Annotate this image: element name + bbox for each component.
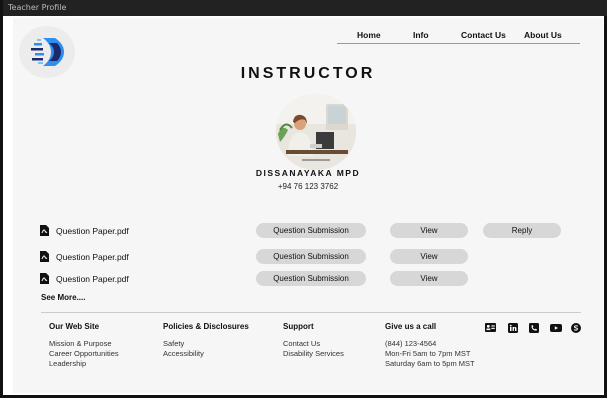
youtube-icon[interactable] xyxy=(550,323,562,333)
nav-about-us[interactable]: About Us xyxy=(524,30,562,40)
view-button[interactable]: View xyxy=(390,249,468,264)
footer-heading: Give us a call xyxy=(385,322,437,331)
instructor-name: DISSANAYAKA MPD xyxy=(255,168,361,178)
footer-link[interactable]: Career Opportunities xyxy=(49,349,119,359)
question-submission-button[interactable]: Question Submission xyxy=(256,223,366,238)
file-name[interactable]: Question Paper.pdf xyxy=(56,274,129,284)
footer-link[interactable]: Leadership xyxy=(49,359,119,369)
pdf-file-icon xyxy=(40,273,49,284)
linkedin-icon[interactable] xyxy=(508,323,518,333)
footer-link[interactable]: Safety xyxy=(163,339,249,349)
skype-icon[interactable] xyxy=(571,323,581,333)
pdf-file-icon xyxy=(40,251,49,262)
main-nav: Home Info Contact Us About Us xyxy=(337,30,580,44)
see-more-link[interactable]: See More.... xyxy=(41,293,85,302)
file-name[interactable]: Question Paper.pdf xyxy=(56,252,129,262)
call-hours: Saturday 6am to 5pm MST xyxy=(385,359,475,368)
footer-call: Give us a call (844) 123-4564 Mon-Fri 5a… xyxy=(385,322,475,369)
instructor-phone: +94 76 123 3762 xyxy=(277,182,339,191)
footer-link[interactable]: Contact Us xyxy=(283,339,344,349)
nav-home[interactable]: Home xyxy=(357,30,381,40)
reply-button[interactable]: Reply xyxy=(483,223,561,238)
view-button[interactable]: View xyxy=(390,223,468,238)
profile-page: Home Info Contact Us About Us INSTRUCTOR xyxy=(13,18,603,393)
footer-heading: Policies & Disclosures xyxy=(163,322,249,331)
view-button[interactable]: View xyxy=(390,271,468,286)
contact-card-icon[interactable] xyxy=(485,323,496,332)
file-row: Question Paper.pdf Question Submission V… xyxy=(13,271,603,289)
file-row: Question Paper.pdf Question Submission V… xyxy=(13,223,603,241)
footer-link[interactable]: Accessibility xyxy=(163,349,249,359)
nav-contact-us[interactable]: Contact Us xyxy=(461,30,506,40)
footer-support: Support Contact Us Disability Services xyxy=(283,322,344,359)
call-phone: (844) 123-4564 xyxy=(385,339,437,348)
footer-heading: Support xyxy=(283,322,314,331)
file-row: Question Paper.pdf Question Submission V… xyxy=(13,249,603,267)
app-window: Teacher Profile Home Info Contact Us Abo… xyxy=(0,0,607,398)
footer-website: Our Web Site Mission & Purpose Career Op… xyxy=(49,322,119,369)
footer-link[interactable]: Disability Services xyxy=(283,349,344,359)
instructor-avatar xyxy=(276,94,356,170)
logo-icon xyxy=(31,38,64,66)
phone-icon[interactable] xyxy=(529,323,539,333)
call-hours: Mon-Fri 5am to 7pm MST xyxy=(385,349,471,358)
footer-heading: Our Web Site xyxy=(49,322,100,331)
nav-info[interactable]: Info xyxy=(413,30,429,40)
footer-policies: Policies & Disclosures Safety Accessibil… xyxy=(163,322,249,359)
pdf-file-icon xyxy=(40,225,49,236)
question-submission-button[interactable]: Question Submission xyxy=(256,271,366,286)
footer-divider xyxy=(41,312,581,313)
file-name[interactable]: Question Paper.pdf xyxy=(56,226,129,236)
window-title: Teacher Profile xyxy=(3,0,607,16)
footer-link[interactable]: Mission & Purpose xyxy=(49,339,119,349)
page-title: INSTRUCTOR xyxy=(240,65,376,82)
question-submission-button[interactable]: Question Submission xyxy=(256,249,366,264)
